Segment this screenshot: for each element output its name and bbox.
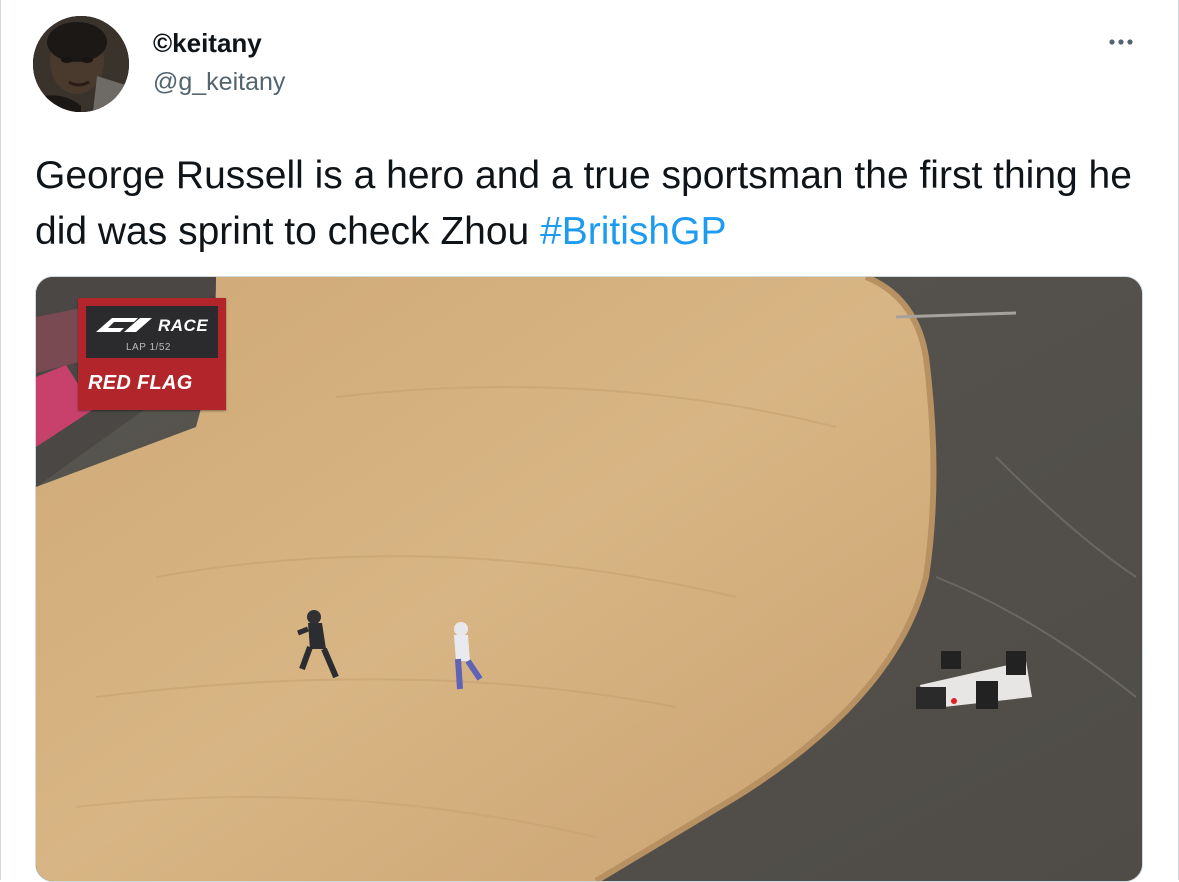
avatar[interactable] xyxy=(33,16,129,112)
more-options-button[interactable] xyxy=(1099,26,1143,58)
user-handle[interactable]: @g_keitany xyxy=(153,68,285,97)
user-avatar-image xyxy=(33,16,129,112)
tweet-text: George Russell is a hero and a true spor… xyxy=(35,148,1145,260)
race-overlay: RACE LAP 1/52 RED FLAG xyxy=(78,298,226,410)
lap-counter: LAP 1/52 xyxy=(126,342,171,353)
race-overlay-header: RACE LAP 1/52 xyxy=(86,306,218,358)
more-dots-icon xyxy=(1109,39,1133,45)
red-flag-status: RED FLAG xyxy=(88,372,193,394)
display-name[interactable]: ©keitany xyxy=(153,28,262,59)
tweet-card: ©keitany @g_keitany George Russell is a … xyxy=(0,0,1179,882)
race-label: RACE xyxy=(158,316,209,335)
hashtag-link[interactable]: #BritishGP xyxy=(540,210,726,253)
f1-logo-icon xyxy=(96,318,152,332)
